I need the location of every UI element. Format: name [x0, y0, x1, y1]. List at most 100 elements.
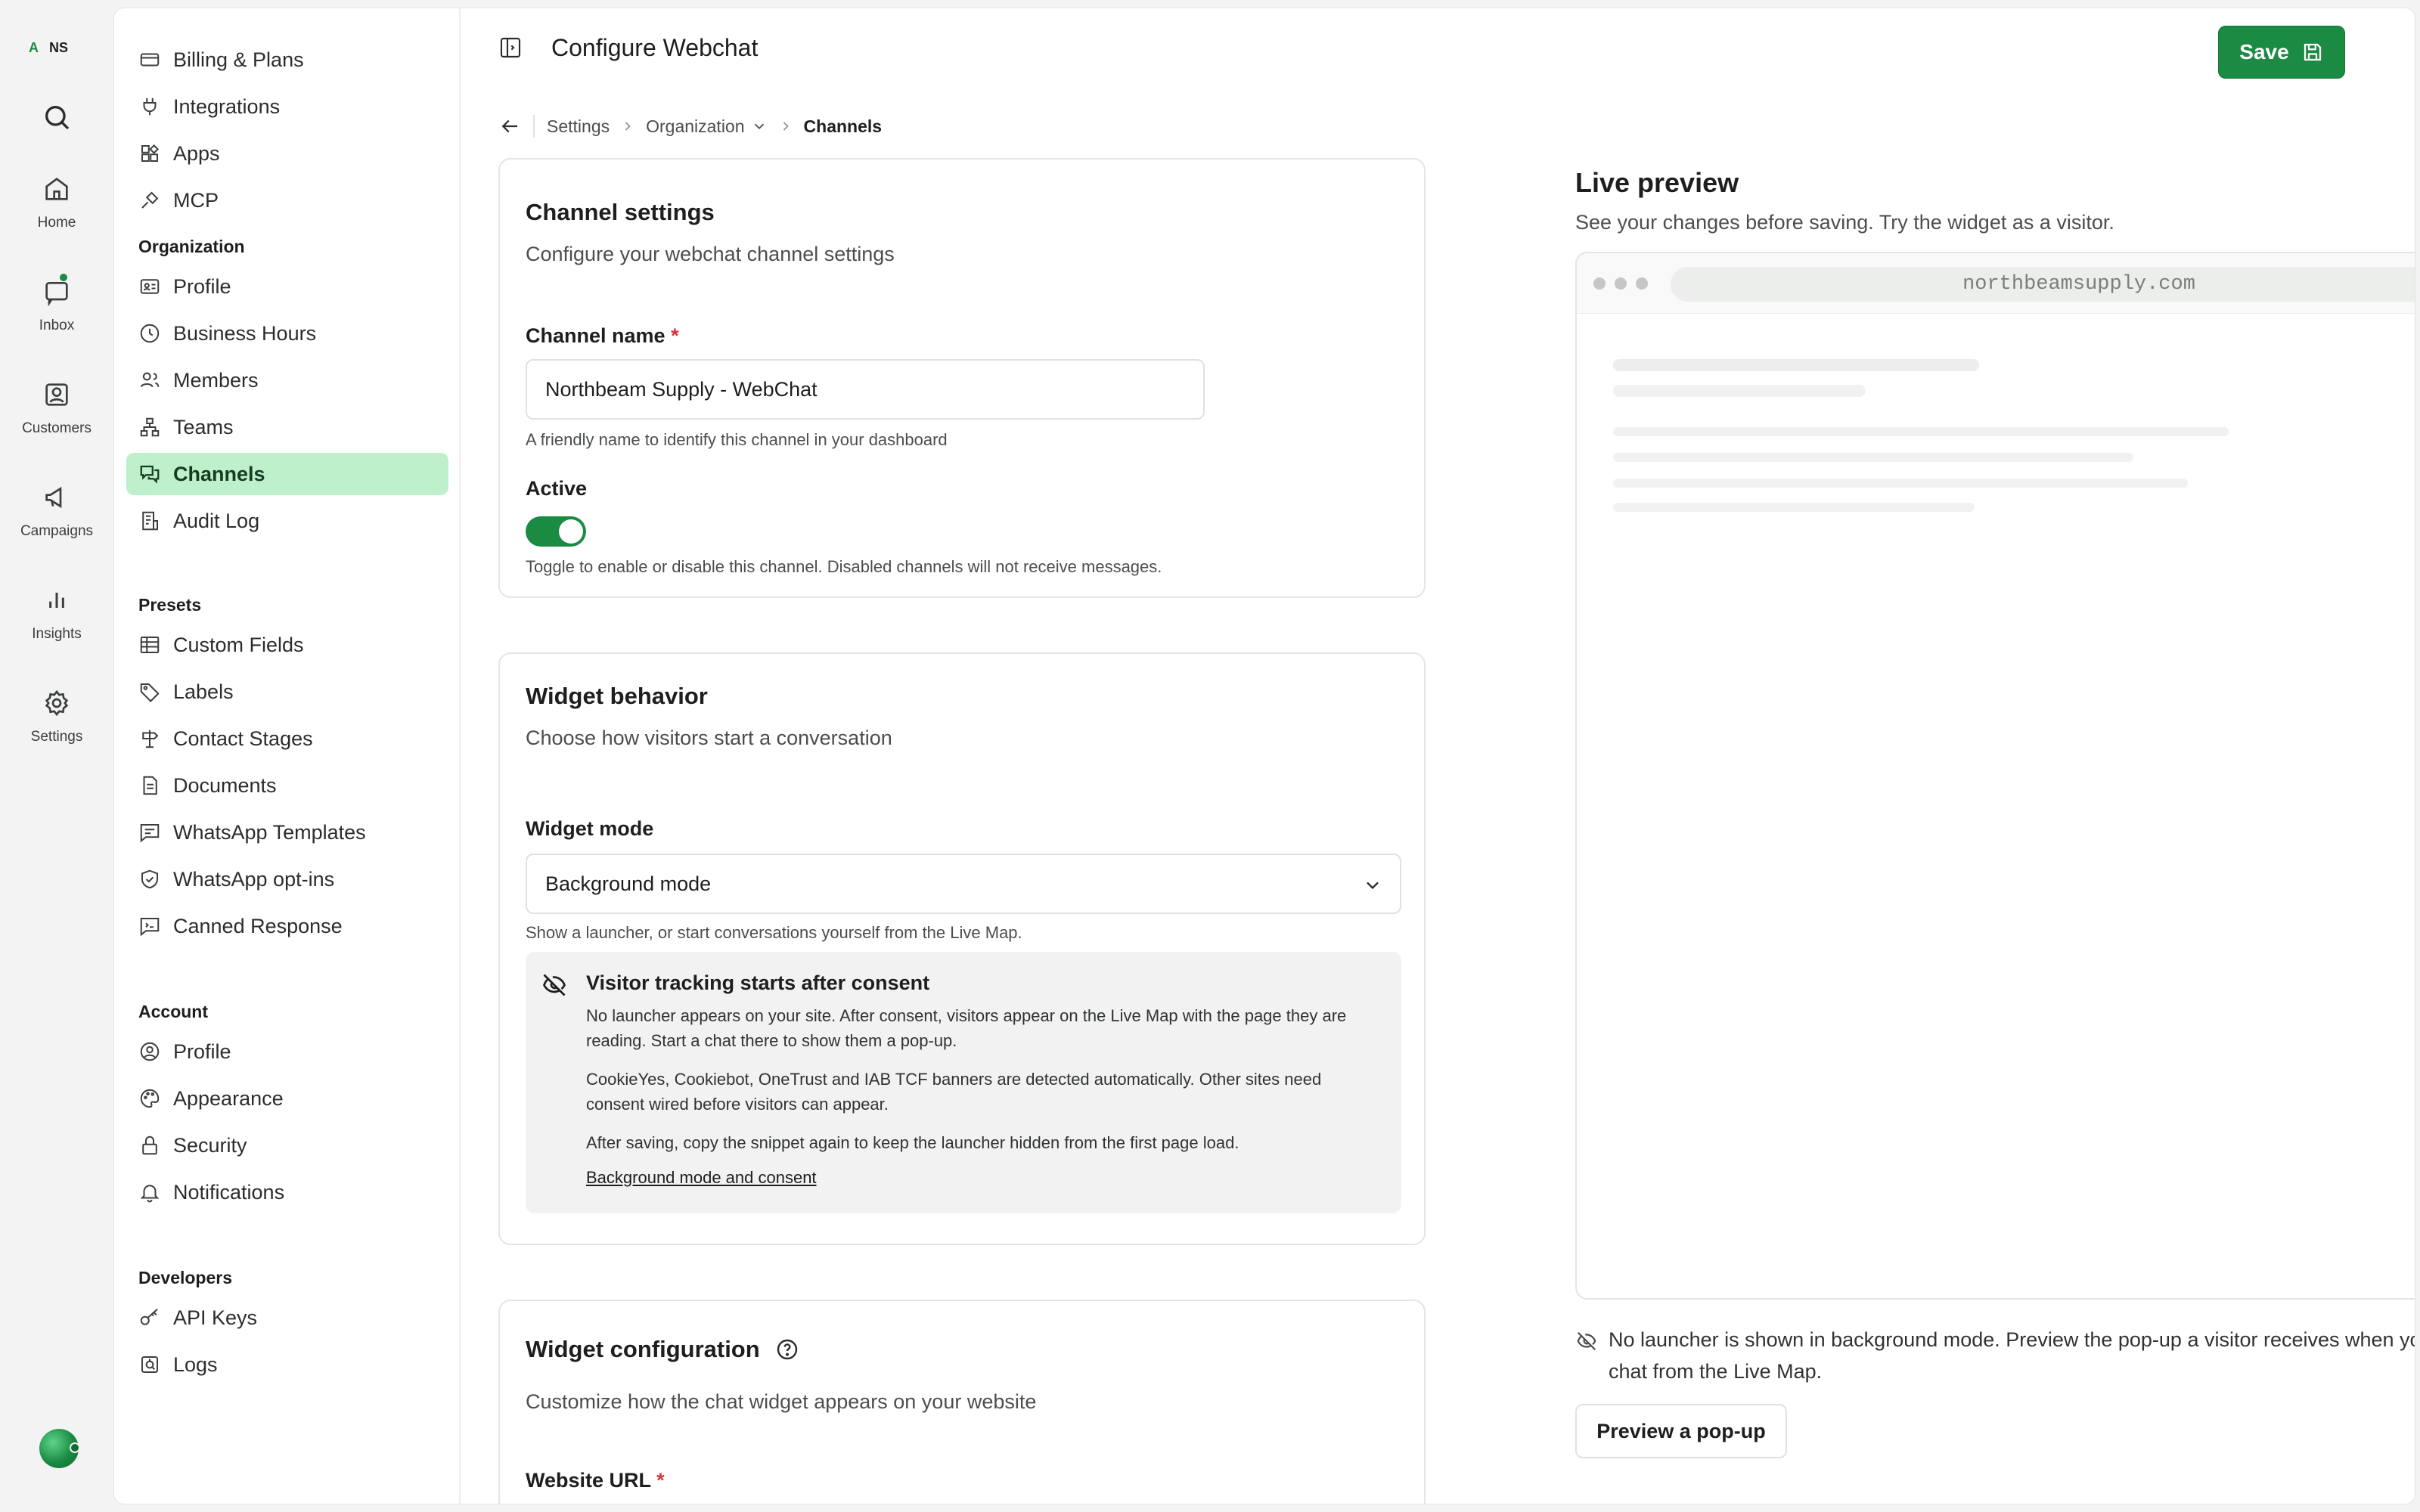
sidebar-item-canned-response[interactable]: Canned Response — [126, 905, 448, 947]
save-button[interactable]: Save — [2218, 26, 2345, 79]
sidebar-item-label: Profile — [173, 274, 231, 298]
sidebar-item-custom-fields[interactable]: Custom Fields — [126, 624, 448, 666]
sidebar-item-account-profile[interactable]: Profile — [126, 1030, 448, 1073]
sidebar-item-org-profile[interactable]: Profile — [126, 265, 448, 308]
settings-panel: Billing & Plans Integrations Apps MCP Or… — [113, 8, 2415, 1504]
required-mark: * — [656, 1469, 665, 1492]
section-heading-account: Account — [138, 1002, 208, 1021]
rail-item-settings[interactable]: Settings — [0, 688, 113, 745]
sidebar-item-label: Security — [173, 1133, 247, 1157]
sidebar-item-teams[interactable]: Teams — [126, 406, 448, 448]
rail-item-home[interactable]: Home — [0, 174, 113, 231]
credit-card-icon — [140, 53, 160, 67]
sidebar-item-appearance[interactable]: Appearance — [126, 1077, 448, 1120]
sidebar-item-label: Apps — [173, 141, 220, 165]
rail-label-home: Home — [37, 215, 76, 231]
rail-label-insights: Insights — [32, 626, 82, 642]
sidebar-item-members[interactable]: Members — [126, 359, 448, 401]
window-dot — [1636, 277, 1648, 290]
channel-name-input[interactable] — [526, 359, 1205, 420]
sidebar-item-billing[interactable]: Billing & Plans — [126, 39, 448, 81]
sidebar-item-label: Business Hours — [173, 321, 317, 345]
template-icon — [140, 824, 160, 843]
sidebar-item-logs[interactable]: Logs — [126, 1343, 448, 1386]
sidebar-toggle-icon[interactable] — [498, 36, 523, 60]
apps-icon — [141, 144, 160, 162]
widget-behavior-title: Widget behavior — [526, 683, 708, 709]
sidebar-item-contact-stages[interactable]: Contact Stages — [126, 717, 448, 760]
sidebar-item-mcp[interactable]: MCP — [126, 179, 448, 222]
sidebar-item-documents[interactable]: Documents — [126, 764, 448, 807]
breadcrumb-settings[interactable]: Settings — [547, 116, 610, 137]
help-circle-icon[interactable] — [775, 1337, 799, 1362]
back-arrow-icon[interactable] — [498, 115, 521, 138]
rail-item-inbox[interactable]: Inbox — [0, 274, 113, 334]
sidebar-item-notifications[interactable]: Notifications — [126, 1171, 448, 1213]
widget-mode-select[interactable]: Background mode — [526, 854, 1401, 914]
active-toggle[interactable] — [526, 516, 586, 547]
document-icon — [143, 776, 157, 795]
mcp-icon — [141, 191, 159, 209]
widget-configuration-subtitle: Customize how the chat widget appears on… — [526, 1390, 1037, 1413]
sidebar-item-label: Members — [173, 368, 259, 392]
sidebar-item-whatsapp-optins[interactable]: WhatsApp opt-ins — [126, 858, 448, 900]
widget-mode-help: Show a launcher, or start conversations … — [526, 923, 1022, 942]
chevron-down-icon[interactable] — [751, 118, 768, 135]
sidebar-item-security[interactable]: Security — [126, 1124, 448, 1167]
sidebar-item-whatsapp-templates[interactable]: WhatsApp Templates — [126, 811, 448, 854]
widget-configuration-heading: Widget configuration — [526, 1336, 799, 1363]
background-mode-link[interactable]: Background mode and consent — [586, 1168, 817, 1188]
website-url-label-text: Website URL — [526, 1469, 651, 1492]
sidebar-item-label: Teams — [173, 415, 234, 438]
save-label: Save — [2239, 40, 2289, 64]
live-preview-subtitle: See your changes before saving. Try the … — [1575, 211, 2114, 234]
network-icon — [140, 417, 160, 437]
chat-bubbles-icon — [140, 465, 160, 484]
breadcrumb-organization[interactable]: Organization — [646, 116, 744, 137]
sidebar-item-label: Notifications — [173, 1180, 285, 1204]
skeleton-line — [1613, 427, 2229, 436]
preview-popup-button[interactable]: Preview a pop-up — [1575, 1404, 1787, 1458]
sidebar-item-label: Channels — [173, 462, 265, 485]
sidebar-item-labels[interactable]: Labels — [126, 671, 448, 713]
key-icon — [140, 1309, 158, 1325]
chevron-right-icon — [778, 119, 793, 134]
lock-icon — [142, 1136, 157, 1155]
chevron-down-icon — [1367, 881, 1379, 890]
page-title: Configure Webchat — [551, 34, 759, 61]
sidebar-item-label: Integrations — [173, 94, 281, 118]
preview-note-text: No launcher is shown in background mode.… — [1609, 1328, 2415, 1383]
window-dot — [1615, 277, 1627, 290]
breadcrumb-divider — [533, 115, 535, 138]
channel-name-label-text: Channel name — [526, 324, 666, 347]
sidebar-item-label: Audit Log — [173, 509, 260, 532]
sidebar-item-business-hours[interactable]: Business Hours — [126, 312, 448, 355]
settings-sidebar: Billing & Plans Integrations Apps MCP Or… — [114, 8, 461, 1504]
status-dot — [70, 1442, 80, 1453]
search-icon[interactable] — [42, 102, 72, 132]
sidebar-item-audit-log[interactable]: Audit Log — [126, 500, 448, 542]
rail-item-campaigns[interactable]: Campaigns — [0, 482, 113, 540]
widget-configuration-card: Widget configuration Customize how the c… — [498, 1300, 1426, 1504]
tag-icon — [140, 683, 160, 702]
preview-note: No launcher is shown in background mode.… — [1575, 1324, 2415, 1387]
id-card-icon — [140, 279, 160, 294]
signpost-icon — [142, 730, 159, 748]
workspace-switcher[interactable]: A NS — [29, 30, 85, 65]
sidebar-item-label: Labels — [173, 680, 234, 703]
home-icon — [42, 174, 72, 204]
sidebar-item-channels[interactable]: Channels — [126, 453, 448, 495]
user-circle-icon — [140, 1042, 160, 1061]
rail-item-insights[interactable]: Insights — [0, 585, 113, 643]
eye-off-icon — [1577, 1331, 1596, 1351]
sidebar-item-label: API Keys — [173, 1306, 258, 1329]
sidebar-item-integrations[interactable]: Integrations — [126, 85, 448, 128]
rail-item-customers[interactable]: Customers — [0, 380, 113, 437]
channel-name-help: A friendly name to identify this channel… — [526, 430, 948, 449]
sidebar-item-label: Canned Response — [173, 914, 343, 937]
table-icon — [140, 637, 160, 653]
sidebar-item-api-keys[interactable]: API Keys — [126, 1297, 448, 1339]
app-rail: A NS Home Inbox Customers Campaigns Insi… — [0, 0, 113, 1512]
sidebar-item-apps[interactable]: Apps — [126, 132, 448, 175]
customers-icon — [42, 380, 72, 410]
